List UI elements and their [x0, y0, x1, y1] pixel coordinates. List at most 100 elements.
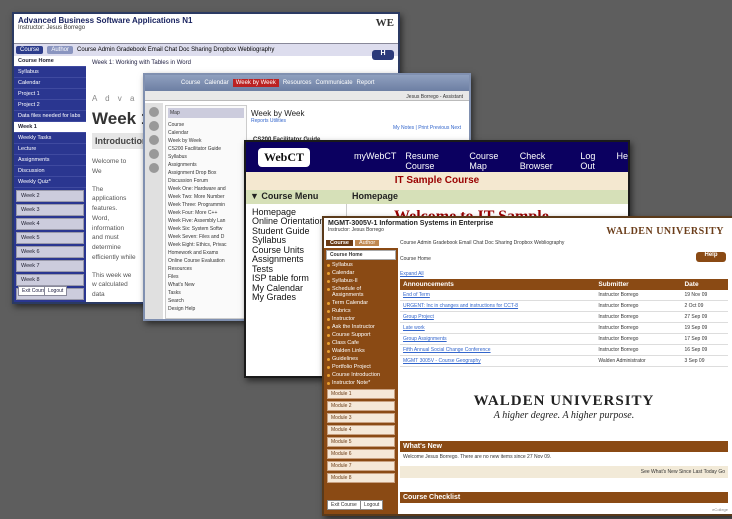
sidebar-week[interactable]: Week 2: [16, 190, 84, 202]
sidebar-item[interactable]: Course Introduction: [324, 371, 398, 379]
top-links[interactable]: Course Admin Gradebook Email Chat Doc Sh…: [400, 240, 564, 246]
announcement-link[interactable]: End of Term: [400, 290, 596, 301]
sub-links[interactable]: Reports Utilities: [251, 118, 305, 124]
tree-item[interactable]: Course: [168, 121, 244, 129]
tree-item[interactable]: Week Seven: Files and D: [168, 233, 244, 241]
sidebar-item[interactable]: Weekly Tasks: [14, 133, 86, 144]
nav-report[interactable]: Report: [357, 80, 375, 86]
announcement-link[interactable]: Late work: [400, 322, 596, 334]
nav-communicate[interactable]: Communicate: [316, 80, 353, 86]
sidebar-item[interactable]: Class Cafe: [324, 339, 398, 347]
sidebar-week-current[interactable]: Week 1: [14, 122, 86, 133]
sidebar-module[interactable]: Module 7: [327, 461, 395, 471]
sidebar-item[interactable]: Schedule of Assignments: [324, 285, 398, 299]
announcement-link[interactable]: URGENT: Inc in changes and instructions …: [400, 300, 596, 312]
sidebar-item[interactable]: Data files needed for labs: [14, 111, 86, 122]
tab-course[interactable]: Course: [16, 46, 44, 54]
nav-log-out[interactable]: Log Out: [580, 151, 607, 171]
tree-item[interactable]: Week Five: Assembly Lan: [168, 217, 244, 225]
home-icon[interactable]: [149, 107, 159, 117]
sidebar-module[interactable]: Module 4: [327, 425, 395, 435]
sidebar-item[interactable]: Guidelines: [324, 355, 398, 363]
tree-item[interactable]: CS200 Facilitator Guide: [168, 145, 244, 153]
nav-help[interactable]: He: [616, 151, 628, 171]
tree-item[interactable]: Design Help: [168, 305, 244, 313]
sidebar-item[interactable]: Portfolio Project: [324, 363, 398, 371]
tree-item[interactable]: Search: [168, 297, 244, 305]
sidebar-item[interactable]: Discussion: [14, 166, 86, 177]
top-links[interactable]: Course Admin Gradebook Email Chat Doc Sh…: [77, 47, 274, 53]
tree-item[interactable]: Tasks: [168, 289, 244, 297]
sidebar-week[interactable]: Week 5: [16, 232, 84, 244]
sidebar-week[interactable]: Week 6: [16, 246, 84, 258]
sidebar-item[interactable]: Weekly Quiz*: [14, 177, 86, 188]
sidebar-item[interactable]: Term Calendar: [324, 299, 398, 307]
tab-course[interactable]: Course: [326, 240, 353, 246]
tree-item[interactable]: Discussion Forum: [168, 177, 244, 185]
sidebar-week[interactable]: Week 7: [16, 260, 84, 272]
tree-item[interactable]: Week Two: More Number: [168, 193, 244, 201]
menu-item[interactable]: My Grades: [252, 292, 325, 302]
announcement-link[interactable]: Fifth Annual Social Change Conference: [400, 344, 596, 356]
sidebar-item[interactable]: Calendar: [14, 78, 86, 89]
sidebar-item[interactable]: Project 1: [14, 89, 86, 100]
announcement-link[interactable]: Group Assignments: [400, 333, 596, 345]
nav-resources[interactable]: Resources: [283, 80, 312, 86]
sidebar-module[interactable]: Module 6: [327, 449, 395, 459]
sidebar-item[interactable]: Project 2: [14, 100, 86, 111]
sidebar-item[interactable]: Ask the Instructor: [324, 323, 398, 331]
sidebar-module[interactable]: Module 8: [327, 473, 395, 483]
sidebar-week[interactable]: Week 3: [16, 204, 84, 216]
sidebar-item[interactable]: Instructor Note*: [324, 379, 398, 387]
sidebar-item[interactable]: Course Support: [324, 331, 398, 339]
nav-course[interactable]: Course: [181, 80, 200, 86]
sidebar-item[interactable]: Calendar: [324, 269, 398, 277]
tree-item[interactable]: Week by Week: [168, 137, 244, 145]
tree-item[interactable]: Homework and Exams: [168, 249, 244, 257]
exit-course-button[interactable]: Exit Course: [327, 500, 361, 510]
tab-author[interactable]: Author: [47, 46, 74, 54]
sidebar-item[interactable]: Rubrics: [324, 307, 398, 315]
sidebar-module[interactable]: Module 5: [327, 437, 395, 447]
tab-author[interactable]: Author: [354, 240, 380, 246]
tree-item[interactable]: Week Six: System Softw: [168, 225, 244, 233]
nav-resume-course[interactable]: Resume Course: [405, 151, 460, 171]
help-icon[interactable]: [149, 135, 159, 145]
tree-item[interactable]: Week Eight: Ethics, Privac: [168, 241, 244, 249]
logout-button[interactable]: Logout: [44, 286, 68, 296]
announcement-link[interactable]: Group Project: [400, 311, 596, 323]
announcement-link[interactable]: MGMT 3005V - Course Geography: [400, 355, 596, 367]
tree-item[interactable]: Syllabus: [168, 153, 244, 161]
logout-button[interactable]: Logout: [360, 500, 384, 510]
sidebar-item[interactable]: Instructor: [324, 315, 398, 323]
nav-mywebct[interactable]: myWebCT: [354, 151, 396, 171]
calendar-icon[interactable]: [149, 121, 159, 131]
sidebar-course-home[interactable]: Course Home: [14, 56, 86, 67]
sidebar-item[interactable]: Walden Links: [324, 347, 398, 355]
tree-item[interactable]: What's New: [168, 281, 244, 289]
sidebar-module[interactable]: Module 2: [327, 401, 395, 411]
tree-item[interactable]: Online Course Evaluation: [168, 257, 244, 265]
sidebar-item[interactable]: Syllabus-II: [324, 277, 398, 285]
sidebar-week[interactable]: Week 4: [16, 218, 84, 230]
nav-calendar[interactable]: Calendar: [204, 80, 228, 86]
expand-all-link[interactable]: Expand All: [400, 271, 728, 277]
tree-item[interactable]: Files: [168, 273, 244, 281]
notes-links[interactable]: My Notes | Print Previous Next: [393, 125, 461, 131]
nav-check-browser[interactable]: Check Browser: [520, 151, 572, 171]
sidebar-item[interactable]: Syllabus: [14, 67, 86, 78]
sidebar-course-home[interactable]: Course Home: [326, 250, 396, 260]
nav-course-map[interactable]: Course Map: [469, 151, 510, 171]
sidebar-item[interactable]: Lecture: [14, 144, 86, 155]
sidebar-item[interactable]: Assignments: [14, 155, 86, 166]
tree-item[interactable]: Assignment Drop Box: [168, 169, 244, 177]
nav-week-by-week[interactable]: Week by Week: [232, 79, 279, 87]
search-icon[interactable]: [149, 163, 159, 173]
sidebar-week[interactable]: Week 8: [16, 274, 84, 286]
help-button[interactable]: Help: [696, 252, 726, 262]
sidebar-module[interactable]: Module 1: [327, 389, 395, 399]
sidebar-module[interactable]: Module 3: [327, 413, 395, 423]
tree-item[interactable]: Assignments: [168, 161, 244, 169]
since-control[interactable]: See What's New Since Last Today Go: [400, 466, 728, 478]
tree-item[interactable]: Resources: [168, 265, 244, 273]
